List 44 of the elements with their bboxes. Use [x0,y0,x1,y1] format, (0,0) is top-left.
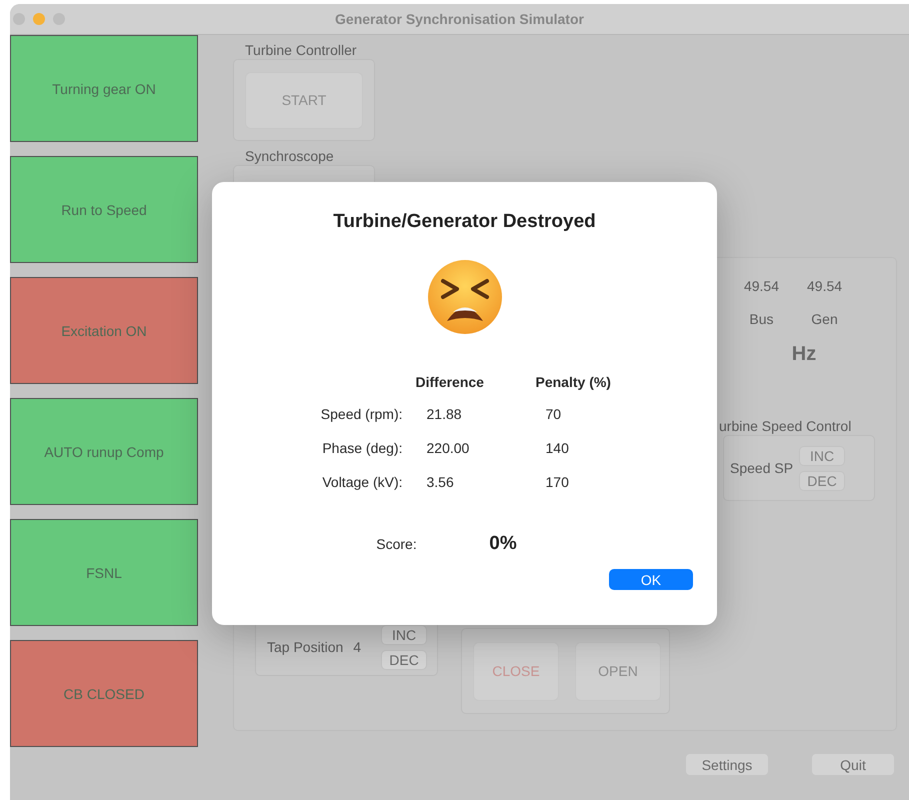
group-label: Turbine Controller [245,42,357,58]
status-indicator-button[interactable]: Turning gear ON [10,35,198,142]
status-indicator-button[interactable]: Excitation ON [10,277,198,384]
minimize-window-icon[interactable] [33,13,45,25]
setpoint-label: Speed SP [730,460,794,476]
difference-value: 3.56 [426,474,455,490]
tap-position-label: Tap Position [267,639,344,655]
penalty-value: 140 [544,440,570,456]
penalty-value: 170 [544,474,570,490]
footer-button[interactable]: Settings [685,753,769,776]
frequency-label: Gen [811,311,838,327]
start-button[interactable]: START [245,72,363,128]
frequency-value: 49.54 [744,278,779,294]
difference-value: 220.00 [426,440,470,456]
decrease-button[interactable]: DEC [381,650,428,670]
status-indicator-button[interactable]: CB CLOSED [10,640,198,747]
frequency-value: 49.54 [807,278,842,294]
group-label: urbine Speed Control [719,418,852,434]
frequency-label: Bus [749,311,774,327]
tap-position-value: 4 [353,639,362,655]
tired-face-icon [426,259,502,335]
group-label: Synchroscope [245,148,334,164]
breaker-button[interactable]: CLOSE [473,642,559,700]
window-title: Generator Synchronisation Simulator [335,11,584,27]
status-indicator-button[interactable]: FSNL [10,519,198,626]
footer-button[interactable]: Quit [811,753,895,776]
unit-label: Hz [792,343,816,366]
dialog-title: Turbine/Generator Destroyed [333,211,596,233]
column-header: Penalty (%) [536,374,612,390]
increase-button[interactable]: INC [799,446,846,466]
row-label: Voltage (kV): [321,474,404,490]
status-indicator-button[interactable]: AUTO runup Comp [10,398,198,505]
breaker-button[interactable]: OPEN [575,642,661,700]
increase-button[interactable]: INC [381,624,428,644]
ok-button[interactable]: OK [609,569,693,590]
difference-value: 21.88 [426,406,463,422]
penalty-value: 70 [544,406,562,422]
decrease-button[interactable]: DEC [799,470,846,490]
row-label: Speed (rpm): [320,406,404,422]
status-indicator-button[interactable]: Run to Speed [10,156,198,263]
score-value: 0% [489,533,517,555]
score-label: Score: [376,536,418,552]
column-header: Difference [416,374,485,390]
row-label: Phase (deg): [321,440,404,456]
